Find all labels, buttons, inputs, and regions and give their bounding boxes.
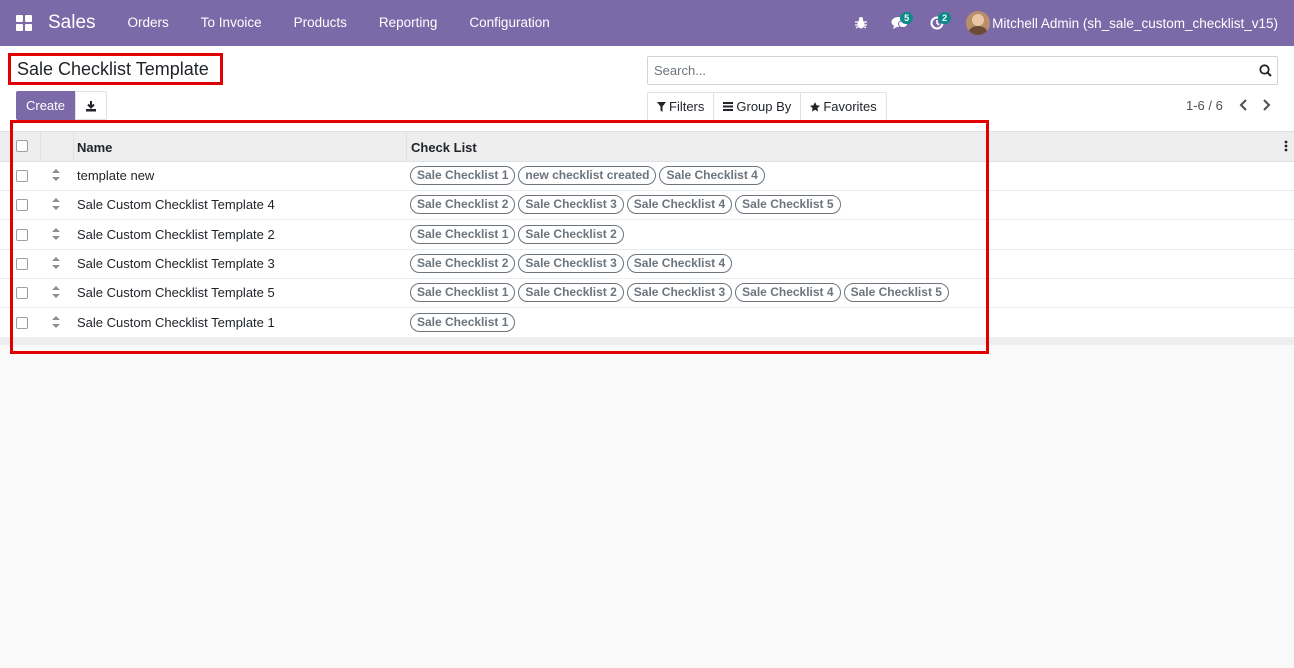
column-header-checklist[interactable]: Check List <box>411 140 477 155</box>
row-checkbox[interactable] <box>16 199 28 212</box>
top-navbar: Sales Orders To Invoice Products Reporti… <box>0 0 1294 46</box>
column-header-name[interactable]: Name <box>77 140 112 155</box>
drag-handle-icon[interactable] <box>52 227 60 240</box>
filter-icon <box>657 101 666 112</box>
drag-handle-icon[interactable] <box>52 256 60 269</box>
row-checkbox[interactable] <box>16 287 28 300</box>
checklist-tag: Sale Checklist 3 <box>518 195 624 215</box>
filters-label: Filters <box>669 99 705 114</box>
table-row[interactable]: Sale Custom Checklist Template 3 Sale Che… <box>0 249 1294 279</box>
menu-configuration[interactable]: Configuration <box>453 0 565 46</box>
apps-menu-icon[interactable] <box>16 15 32 31</box>
app-brand[interactable]: Sales <box>48 12 96 34</box>
checklist-tags: Sale Checklist 2 Sale Checklist 3 Sale Che… <box>410 195 841 215</box>
drag-handle-icon[interactable] <box>52 315 60 328</box>
checklist-tag: Sale Checklist 5 <box>843 283 949 303</box>
pager-value[interactable]: 1-6 / 6 <box>1186 98 1223 113</box>
export-button[interactable] <box>75 91 107 120</box>
systray: 5 2 Mitchell Admin (sh_sale_custom_check… <box>842 0 1278 46</box>
checklist-tag: Sale Checklist 1 <box>410 224 516 244</box>
drag-handle-icon[interactable] <box>52 198 60 211</box>
debug-icon[interactable] <box>842 0 880 46</box>
checklist-tag: Sale Checklist 4 <box>659 166 765 185</box>
checklist-tag: new checklist created <box>518 166 657 185</box>
checklist-tag: Sale Checklist 5 <box>735 195 841 215</box>
row-name[interactable]: Sale Custom Checklist Template 5 <box>77 285 275 300</box>
menu-to-invoice[interactable]: To Invoice <box>185 0 278 46</box>
row-name[interactable]: Sale Custom Checklist Template 3 <box>77 256 275 271</box>
create-button[interactable]: Create <box>16 91 75 120</box>
search-icon[interactable] <box>1259 64 1272 77</box>
menu-orders[interactable]: Orders <box>112 0 185 46</box>
select-all-checkbox[interactable] <box>16 140 28 152</box>
checklist-tag: Sale Checklist 1 <box>410 283 516 303</box>
row-name[interactable]: template new <box>77 168 154 183</box>
table-footer <box>0 337 1294 345</box>
table-header: Name Check List <box>0 132 1294 162</box>
activities-badge: 2 <box>938 12 952 24</box>
chevron-right-icon[interactable] <box>1260 99 1272 111</box>
row-checkbox[interactable] <box>16 257 28 270</box>
checklist-tag: Sale Checklist 2 <box>518 224 624 244</box>
download-icon <box>86 100 96 111</box>
search-box <box>647 56 1278 85</box>
table-row[interactable]: template new Sale Checklist 1 new checklis… <box>0 162 1294 191</box>
checklist-tag: Sale Checklist 4 <box>626 253 733 273</box>
checklist-tags: Sale Checklist 1 <box>410 312 516 332</box>
favorites-label: Favorites <box>823 99 877 114</box>
group-by-label: Group By <box>736 99 792 114</box>
user-menu[interactable]: Mitchell Admin (sh_sale_custom_checklist… <box>992 16 1278 31</box>
breadcrumb: Sale Checklist Template <box>8 53 223 85</box>
row-checkbox[interactable] <box>16 170 28 182</box>
control-panel: Sale Checklist Template Create Filters G… <box>0 46 1294 132</box>
row-checkbox[interactable] <box>16 228 28 241</box>
checklist-tags: Sale Checklist 1 Sale Checklist 2 <box>410 224 624 244</box>
drag-handle-icon[interactable] <box>52 169 60 181</box>
row-name[interactable]: Sale Custom Checklist Template 1 <box>77 315 275 330</box>
checklist-tag: Sale Checklist 2 <box>410 195 516 215</box>
activities-icon[interactable]: 2 <box>918 0 956 46</box>
column-divider <box>73 132 74 162</box>
optional-columns-icon[interactable] <box>1284 140 1288 152</box>
checklist-tags: Sale Checklist 2 Sale Checklist 3 Sale Che… <box>410 253 733 273</box>
column-divider <box>406 132 407 162</box>
search-options: Filters Group By Favorites <box>647 92 887 121</box>
row-checkbox[interactable] <box>16 316 28 329</box>
row-name[interactable]: Sale Custom Checklist Template 2 <box>77 227 275 242</box>
checklist-tag: Sale Checklist 3 <box>626 283 733 303</box>
table-row[interactable]: Sale Custom Checklist Template 4 Sale Che… <box>0 191 1294 221</box>
user-avatar[interactable] <box>966 11 991 35</box>
table-row[interactable]: Sale Custom Checklist Template 2 Sale Che… <box>0 220 1294 250</box>
menu-products[interactable]: Products <box>278 0 363 46</box>
checklist-tag: Sale Checklist 2 <box>518 283 624 303</box>
checklist-tag: Sale Checklist 3 <box>518 253 624 273</box>
table-row[interactable]: Sale Custom Checklist Template 1 Sale Che… <box>0 308 1294 338</box>
checklist-tag: Sale Checklist 1 <box>410 166 516 185</box>
checklist-tags: Sale Checklist 1 new checklist created Sal… <box>410 166 765 185</box>
list-icon <box>723 102 734 111</box>
chevron-left-icon[interactable] <box>1238 99 1250 111</box>
row-name[interactable]: Sale Custom Checklist Template 4 <box>77 197 275 212</box>
checklist-tag: Sale Checklist 1 <box>410 312 516 332</box>
checklist-tag: Sale Checklist 4 <box>626 195 733 215</box>
checklist-tags: Sale Checklist 1 Sale Checklist 2 Sale Che… <box>410 283 949 303</box>
menu-reporting[interactable]: Reporting <box>363 0 454 46</box>
page-title: Sale Checklist Template <box>17 59 209 79</box>
checklist-tag: Sale Checklist 2 <box>410 253 516 273</box>
group-by-button[interactable]: Group By <box>714 93 802 120</box>
drag-handle-icon[interactable] <box>52 286 60 299</box>
checklist-tag: Sale Checklist 4 <box>735 283 841 303</box>
column-divider <box>40 132 41 162</box>
filters-button[interactable]: Filters <box>648 93 715 120</box>
messages-badge: 5 <box>900 12 914 24</box>
messages-icon[interactable]: 5 <box>880 0 918 46</box>
list-view: Name Check List template new Sale Checkli… <box>0 132 1294 345</box>
star-icon <box>810 101 821 112</box>
search-input[interactable] <box>648 57 1277 84</box>
table-row[interactable]: Sale Custom Checklist Template 5 Sale Che… <box>0 279 1294 309</box>
favorites-button[interactable]: Favorites <box>801 93 885 120</box>
